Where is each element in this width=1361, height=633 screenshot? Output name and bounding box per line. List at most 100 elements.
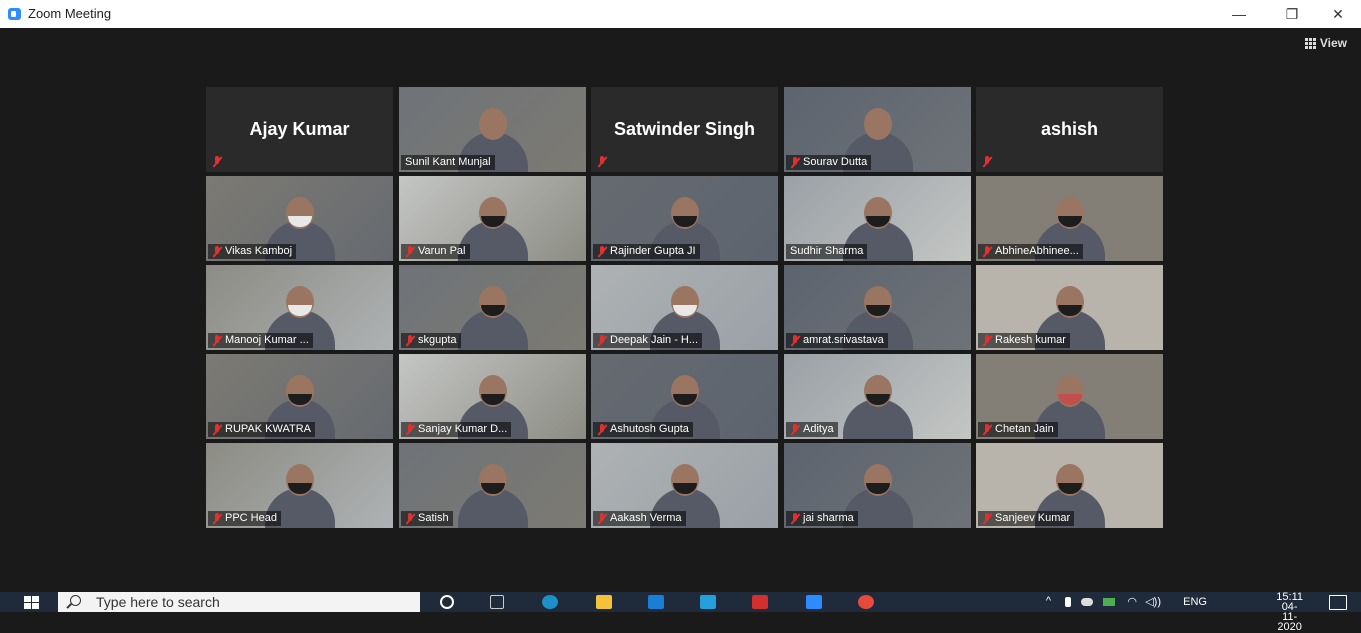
muted-mic-icon: [405, 512, 415, 525]
gallery-grid-icon: [1304, 37, 1316, 49]
participant-tile[interactable]: Chetan Jain: [976, 354, 1163, 439]
participant-tile[interactable]: Satwinder Singh: [591, 87, 778, 172]
chrome-icon[interactable]: [858, 595, 874, 609]
chevron-up-icon[interactable]: ^: [1046, 595, 1051, 607]
cloud-icon[interactable]: [1081, 598, 1093, 606]
participant-name-label: AbhineAbhinee...: [978, 244, 1083, 259]
muted-mic-icon: [597, 334, 607, 347]
participant-name: amrat.srivastava: [803, 334, 884, 346]
participant-tile[interactable]: Manooj Kumar ...: [206, 265, 393, 350]
participant-name-label: jai sharma: [786, 511, 858, 526]
muted-mic-icon: [405, 245, 415, 258]
participant-name-label: Aditya: [786, 422, 838, 437]
participant-name-label: Sudhir Sharma: [786, 244, 868, 259]
participant-tile[interactable]: Rajinder Gupta JI: [591, 176, 778, 261]
participant-name-label: Sunil Kant Munjal: [401, 155, 495, 170]
participant-face: [863, 108, 892, 140]
wifi-icon[interactable]: ◠: [1127, 595, 1137, 608]
battery-icon[interactable]: [1103, 598, 1115, 606]
volume-icon[interactable]: ◁)): [1145, 595, 1161, 608]
participant-name-label: Manooj Kumar ...: [208, 333, 313, 348]
muted-mic-icon: [982, 423, 992, 436]
muted-mic-icon: [790, 423, 800, 436]
participant-tile[interactable]: Deepak Jain - H...: [591, 265, 778, 350]
participant-name-label: Chetan Jain: [978, 422, 1058, 437]
participant-tile[interactable]: Sourav Dutta: [784, 87, 971, 172]
task-view-icon[interactable]: [490, 595, 504, 609]
cortana-icon[interactable]: [440, 595, 454, 609]
participant-name: PPC Head: [225, 512, 277, 524]
clock-date: 04-11-2020: [1277, 601, 1302, 633]
window-title-bar: Zoom Meeting — ❐ ✕: [0, 0, 1361, 28]
muted-mic-icon: [405, 423, 415, 436]
participant-tile[interactable]: Aditya: [784, 354, 971, 439]
participant-name: Aditya: [803, 423, 834, 435]
participant-name-label: Satish: [401, 511, 453, 526]
participant-name: AbhineAbhinee...: [995, 245, 1079, 257]
participant-tile[interactable]: Varun Pal: [399, 176, 586, 261]
participant-name-label: Sanjeev Kumar: [978, 511, 1075, 526]
mail-icon[interactable]: [648, 595, 664, 609]
participant-tile[interactable]: Aakash Verma: [591, 443, 778, 528]
participant-tile[interactable]: AbhineAbhinee...: [976, 176, 1163, 261]
participant-name: Rakesh kumar: [995, 334, 1066, 346]
participant-name: Sudhir Sharma: [790, 245, 864, 257]
participant-tile[interactable]: Rakesh kumar: [976, 265, 1163, 350]
muted-mic-icon: [982, 156, 992, 168]
participant-name-label: skgupta: [401, 333, 461, 348]
edge-browser-icon[interactable]: [542, 595, 558, 609]
participant-name: Chetan Jain: [995, 423, 1054, 435]
participant-name: RUPAK KWATRA: [225, 423, 311, 435]
participant-tile[interactable]: Sanjay Kumar D...: [399, 354, 586, 439]
zoom-taskbar-icon[interactable]: [806, 595, 822, 609]
taskbar-clock[interactable]: 15:11 04-11-2020: [1276, 592, 1303, 633]
participant-name: skgupta: [418, 334, 457, 346]
muted-mic-icon: [212, 512, 222, 525]
participant-tile[interactable]: ashish: [976, 87, 1163, 172]
muted-mic-icon: [597, 423, 607, 436]
participant-tile[interactable]: Satish: [399, 443, 586, 528]
minimize-button[interactable]: —: [1227, 4, 1251, 24]
close-button[interactable]: ✕: [1326, 4, 1350, 24]
muted-mic-icon: [982, 512, 992, 525]
participant-tile[interactable]: Ashutosh Gupta: [591, 354, 778, 439]
participant-face: [478, 108, 507, 140]
participant-name-label: Sanjay Kumar D...: [401, 422, 512, 437]
participant-tile[interactable]: Sunil Kant Munjal: [399, 87, 586, 172]
language-indicator[interactable]: ENG: [1183, 596, 1207, 608]
notification-center-icon[interactable]: [1329, 595, 1347, 610]
restore-button[interactable]: ❐: [1280, 4, 1304, 24]
mcafee-icon[interactable]: [752, 595, 768, 609]
participant-name-label: Rajinder Gupta JI: [593, 244, 700, 259]
participant-tile[interactable]: PPC Head: [206, 443, 393, 528]
participant-name: Deepak Jain - H...: [610, 334, 699, 346]
participant-display-name: ashish: [1040, 119, 1099, 139]
l-app-icon[interactable]: [700, 595, 716, 609]
view-button[interactable]: View: [1304, 36, 1347, 50]
participant-name-label: Ashutosh Gupta: [593, 422, 693, 437]
muted-mic-icon: [405, 334, 415, 347]
participant-name: jai sharma: [803, 512, 854, 524]
participant-tile[interactable]: skgupta: [399, 265, 586, 350]
muted-mic-icon: [982, 334, 992, 347]
participant-tile[interactable]: Sudhir Sharma: [784, 176, 971, 261]
muted-mic-icon: [597, 156, 607, 168]
participant-name: Rajinder Gupta JI: [610, 245, 696, 257]
usb-icon[interactable]: [1065, 597, 1071, 607]
participant-tile[interactable]: Sanjeev Kumar: [976, 443, 1163, 528]
muted-mic-icon: [212, 334, 222, 347]
muted-mic-icon: [790, 334, 800, 347]
participant-name: Sanjeev Kumar: [995, 512, 1071, 524]
zoom-logo-icon: [8, 8, 21, 20]
participant-tile[interactable]: amrat.srivastava: [784, 265, 971, 350]
participant-tile[interactable]: Vikas Kamboj: [206, 176, 393, 261]
muted-mic-icon: [212, 423, 222, 436]
participant-tile[interactable]: Ajay Kumar: [206, 87, 393, 172]
participant-tile[interactable]: jai sharma: [784, 443, 971, 528]
participant-name-label: Sourav Dutta: [786, 155, 872, 170]
taskbar-search-input[interactable]: Type here to search: [58, 592, 420, 612]
participant-name-label: Varun Pal: [401, 244, 470, 259]
windows-start-icon[interactable]: [24, 596, 39, 609]
file-explorer-icon[interactable]: [596, 595, 612, 609]
participant-tile[interactable]: RUPAK KWATRA: [206, 354, 393, 439]
